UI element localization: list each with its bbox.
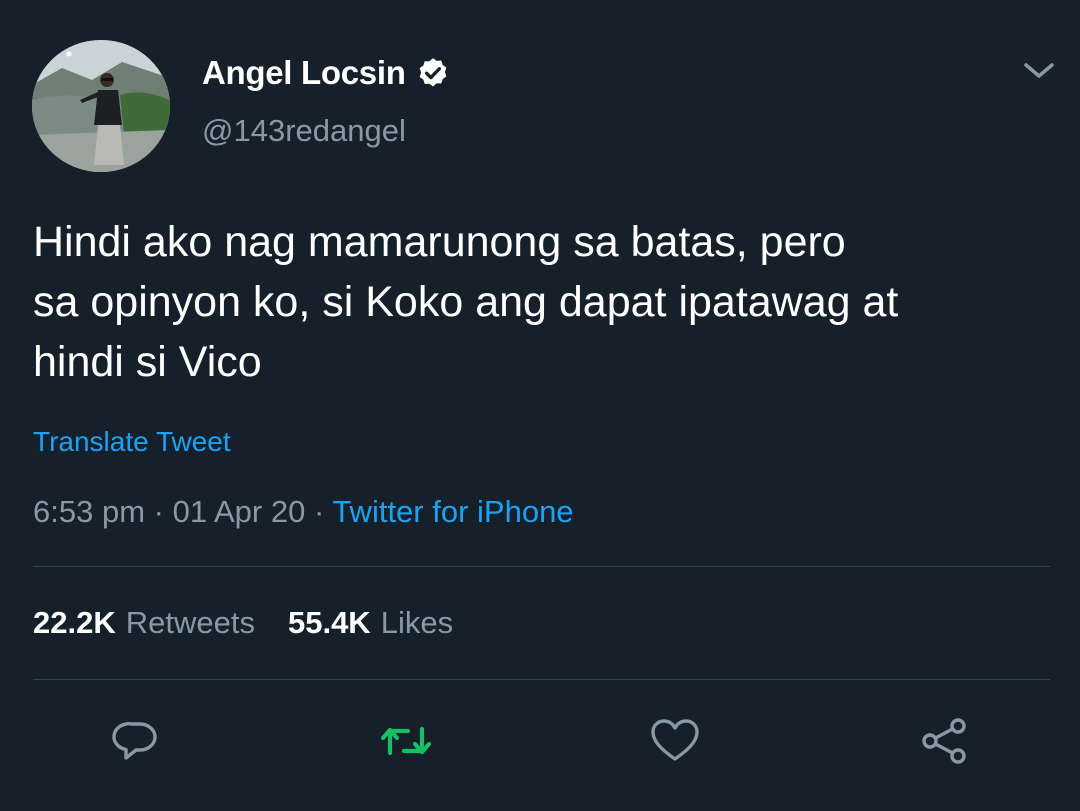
like-button[interactable]	[647, 713, 703, 769]
tweet-card: Angel Locsin @143redangel Hindi ako nag …	[0, 0, 1080, 811]
author-handle[interactable]: @143redangel	[202, 113, 406, 149]
author-name-row[interactable]: Angel Locsin	[202, 50, 450, 96]
avatar[interactable]	[32, 40, 170, 172]
tweet-source-link[interactable]: Twitter for iPhone	[332, 494, 573, 529]
meta-separator: ·	[153, 494, 164, 529]
reply-button[interactable]	[108, 713, 164, 769]
retweets-count: 22.2K	[33, 605, 116, 640]
share-icon	[922, 718, 966, 764]
retweet-button[interactable]	[378, 713, 434, 769]
likes-stat[interactable]: 55.4K Likes	[288, 605, 453, 641]
likes-label: Likes	[380, 605, 454, 640]
divider	[33, 566, 1050, 567]
tweet-text: Hindi ako nag mamarunong sa batas, pero …	[33, 218, 899, 386]
heart-icon	[651, 719, 699, 761]
share-button[interactable]	[917, 713, 973, 769]
retweets-stat[interactable]: 22.2K Retweets	[33, 605, 255, 641]
translate-tweet-link[interactable]: Translate Tweet	[33, 426, 231, 458]
author-name[interactable]: Angel Locsin	[202, 54, 406, 92]
retweets-label: Retweets	[125, 605, 255, 640]
likes-count: 55.4K	[287, 605, 371, 640]
reply-icon	[112, 722, 157, 760]
verified-badge-icon	[419, 58, 446, 87]
tweet-time: 6:53 pm	[33, 494, 146, 529]
meta-separator: ·	[313, 494, 325, 529]
divider	[33, 679, 1050, 680]
tweet-date: 01 Apr 20	[172, 494, 306, 529]
tweet-stats: 22.2K Retweets 55.4K Likes	[33, 605, 453, 641]
tweet-meta: 6:53 pm · 01 Apr 20 · Twitter for iPhone	[33, 494, 574, 530]
retweet-icon	[380, 726, 432, 756]
chevron-down-icon[interactable]	[1020, 58, 1058, 84]
